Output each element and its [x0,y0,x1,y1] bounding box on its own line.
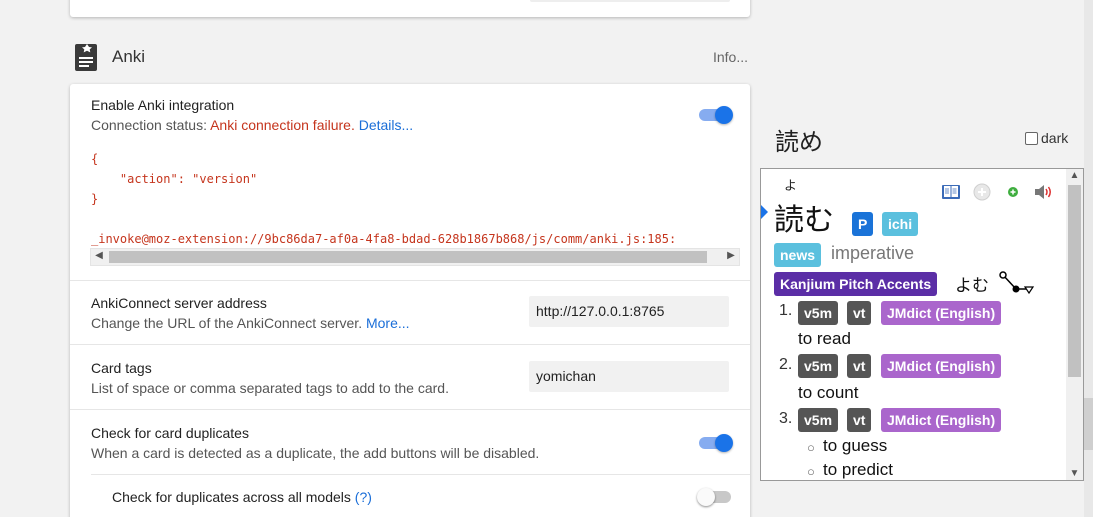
duplicates-row: Check for card duplicates When a card is… [70,409,750,517]
bullet-icon: ○ [807,440,815,455]
scroll-left-icon[interactable]: ◀ [91,250,107,261]
toggle-knob [715,106,733,124]
anki-integration-toggle[interactable] [699,106,733,124]
error-line-1: { [91,152,99,166]
inflection-label: imperative [831,243,915,263]
definition-number: 3. [779,410,793,427]
toggle-knob [697,488,715,506]
help-link[interactable]: (?) [355,489,372,505]
anki-section-icon [75,44,97,71]
pos-tag: vt [847,301,872,325]
card-tags-description: List of space or comma separated tags to… [91,380,449,396]
error-stack-line: _invoke@moz-extension://9bc86da7-af0a-4f… [91,232,677,246]
dark-label: dark [1041,130,1069,146]
book-icon[interactable] [941,183,961,201]
toggle-knob [715,434,733,452]
server-address-description-text: Change the URL of the AnkiConnect server… [91,315,363,331]
connection-status-value: Anki connection failure. [210,117,355,133]
anki-section-header: Anki Info... [70,38,750,78]
pos-tag: v5m [798,301,839,325]
previous-settings-card [70,0,750,17]
popup-scroll-thumb[interactable] [1068,185,1081,377]
server-address-row: AnkiConnect server address Change the UR… [70,280,750,344]
gloss: to count [798,383,859,402]
dark-checkbox[interactable]: dark [1025,130,1068,146]
connection-status-prefix: Connection status: [91,117,211,133]
card-tags-label: Card tags [91,360,152,376]
connection-status: Connection status: Anki connection failu… [91,117,413,133]
preview-title: 読め [775,128,823,156]
anki-integration-row: Enable Anki integration Connection statu… [70,84,750,280]
info-link[interactable]: Info... [713,49,748,65]
scroll-up-icon[interactable]: ▲ [1066,170,1083,181]
gloss: to guess [823,436,888,455]
error-horizontal-scrollbar[interactable]: ◀ ▶ [90,248,740,266]
scroll-right-icon[interactable]: ▶ [723,250,739,261]
card-tags-row: Card tags List of space or comma separat… [70,344,750,409]
current-entry-marker [761,205,768,219]
pitch-reading: よむ [955,276,989,296]
add-kanji-icon[interactable] [973,183,991,201]
scroll-thumb[interactable] [109,251,707,263]
add-term-icon[interactable] [1005,184,1021,200]
duplicates-all-models-toggle[interactable] [697,488,731,506]
pos-tag: v5m [798,408,839,432]
page-scroll-thumb[interactable] [1084,398,1093,450]
dictionary-tag: JMdict (English) [881,301,1002,325]
pos-tag: vt [847,408,872,432]
error-line-2: "action": "version" [91,172,258,186]
checkbox-box[interactable] [1025,131,1038,145]
anki-settings-card: Enable Anki integration Connection statu… [70,84,750,517]
section-title: Anki [112,47,146,66]
popup-preview: よ 読む P ichi news imperative Kanjium Pitc… [760,168,1084,481]
definition-number: 2. [779,356,793,373]
server-address-label: AnkiConnect server address [91,295,267,311]
pos-tag: v5m [798,354,839,378]
previous-input-partial[interactable] [530,0,730,2]
definition-number: 1. [779,302,793,319]
speaker-icon[interactable] [1033,183,1055,201]
page-scrollbar[interactable] [1084,0,1093,517]
entry-actions [941,183,1061,203]
tag-ichi: ichi [882,212,919,236]
pitch-graph-icon [999,271,1035,295]
card-tags-input[interactable]: yomichan [529,361,729,392]
anki-integration-label: Enable Anki integration [91,97,235,113]
dictionary-tag: JMdict (English) [881,408,1002,432]
tag-news: news [774,243,822,267]
gloss: to predict [823,460,893,479]
server-address-input[interactable]: http://127.0.0.1:8765 [529,296,729,327]
scroll-down-icon[interactable]: ▼ [1066,468,1083,479]
dictionary-tag: JMdict (English) [881,354,1002,378]
pos-tag: vt [847,354,872,378]
bullet-icon: ○ [807,464,815,479]
duplicates-toggle[interactable] [699,434,733,452]
gloss: to read [798,329,851,348]
reading-furigana: よ [784,179,798,194]
tag-popular: P [852,212,874,236]
error-line-3: } [91,192,99,206]
more-link[interactable]: More... [366,315,410,331]
sub-divider [91,474,750,475]
duplicates-description: When a card is detected as a duplicate, … [91,445,540,461]
duplicates-all-models-text: Check for duplicates across all models [112,489,351,505]
pitch-dictionary-tag: Kanjium Pitch Accents [774,272,938,296]
popup-vertical-scrollbar[interactable]: ▲ ▼ [1066,169,1083,480]
server-address-description: Change the URL of the AnkiConnect server… [91,315,410,331]
details-link[interactable]: Details... [359,117,413,133]
duplicates-label: Check for card duplicates [91,425,249,441]
duplicates-all-models-label: Check for duplicates across all models (… [112,489,372,505]
headword[interactable]: 読む [774,195,834,239]
